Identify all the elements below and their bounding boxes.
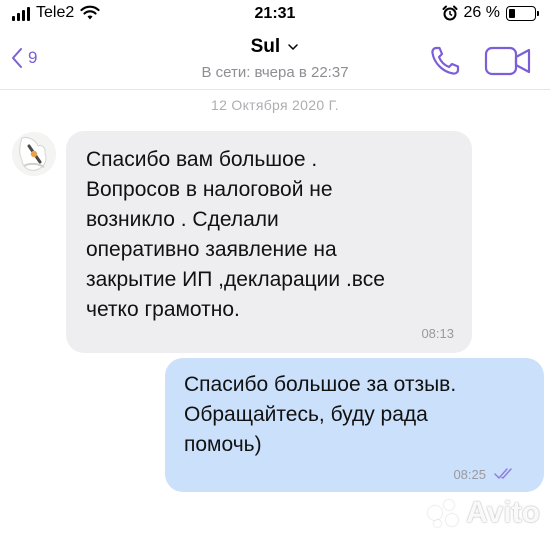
outgoing-message-bubble[interactable]: Спасибо большое за отзыв. Обращайтесь, б… xyxy=(165,358,544,492)
avito-watermark: Avito xyxy=(428,496,540,530)
avatar[interactable] xyxy=(12,132,56,176)
watermark-text: Avito xyxy=(466,496,540,529)
contact-name-button[interactable]: Sul xyxy=(0,36,550,58)
avito-logo-icon xyxy=(428,498,462,528)
contact-status: В сети: вчера в 22:37 xyxy=(201,64,349,81)
contact-name: Sul xyxy=(250,36,281,57)
message-text: Спасибо большое за отзыв. Обращайтесь, б… xyxy=(184,373,457,456)
video-camera-icon[interactable] xyxy=(484,46,532,76)
chevron-down-icon xyxy=(288,44,299,51)
incoming-message-bubble[interactable]: Спасибо вам большое . Вопросов в налогов… xyxy=(66,131,472,353)
phone-icon[interactable] xyxy=(428,44,462,78)
battery-icon xyxy=(506,5,539,21)
battery-percent: 26 % xyxy=(463,4,500,21)
status-right: 26 % xyxy=(442,4,539,22)
header-divider xyxy=(0,89,550,90)
chat-header: 9 Sul В сети: вчера в 22:37 xyxy=(0,32,550,90)
status-bar: Tele2 21:31 26 % xyxy=(0,0,550,32)
alarm-clock-icon xyxy=(442,5,458,21)
message-time: 08:13 xyxy=(421,326,454,341)
double-check-icon xyxy=(494,468,512,479)
battery-level-fill xyxy=(509,8,515,18)
message-text: Спасибо вам большое . Вопросов в налогов… xyxy=(86,148,385,321)
date-separator: 12 Октября 2020 Г. xyxy=(211,97,339,113)
avatar-image xyxy=(12,132,56,176)
message-time: 08:25 xyxy=(453,467,486,482)
